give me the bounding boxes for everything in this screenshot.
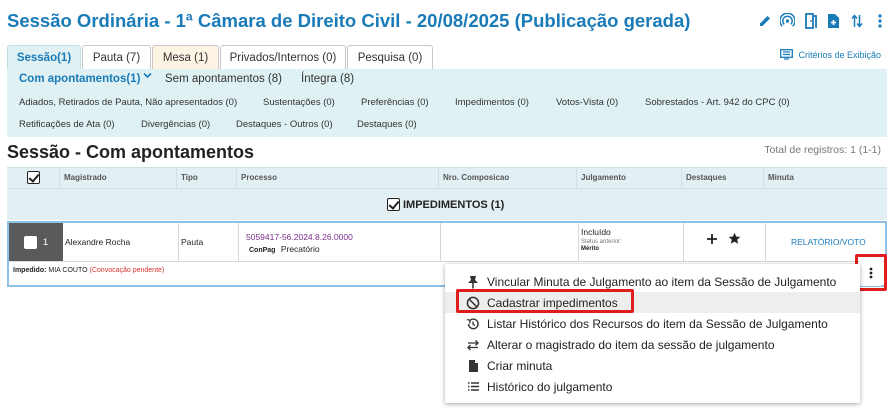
menu-item-label: Alterar o magistrado do item da sessão d… (487, 337, 775, 352)
total-records: Total de registros: 1 (1-1) (764, 144, 881, 156)
group-impedimentos: IMPEDIMENTOS (1) (387, 198, 504, 211)
chip-sobrestados[interactable]: Sobrestados - Art. 942 do CPC (0) (645, 97, 790, 108)
julgamento-status: Incluído (581, 227, 611, 237)
menu-item-label: Histórico do julgamento (487, 379, 613, 394)
tab-sessao[interactable]: Sessão(1) (7, 45, 81, 70)
row-actions-menu: Vincular Minuta de Julgamento ao item da… (445, 264, 860, 403)
session-tabs: Sessão(1) Pauta (7) Mesa (1) Privados/In… (7, 45, 887, 70)
history-icon (465, 316, 481, 332)
plus-icon[interactable] (706, 232, 718, 249)
subtab-com-apontamentos[interactable]: Com apontamentos(1) (19, 73, 140, 85)
criteria-label: Critérios de Exibição (798, 49, 881, 60)
subtab-integra[interactable]: Íntegra (8) (301, 73, 354, 85)
chip-retificacoes[interactable]: Retificações de Ata (0) (19, 119, 115, 130)
more-vertical-icon[interactable] (872, 11, 887, 31)
group-checkbox[interactable] (387, 198, 400, 211)
chip-impedimentos[interactable]: Impedimentos (0) (455, 97, 529, 108)
document-icon (465, 358, 481, 374)
row-number: 1 (42, 236, 49, 248)
chip-votos-vista[interactable]: Votos-Vista (0) (556, 97, 618, 108)
menu-cadastrar-impedimentos[interactable]: Cadastrar impedimentos (445, 292, 860, 313)
swap-icon (465, 337, 481, 353)
chip-preferencias[interactable]: Preferências (0) (361, 97, 429, 108)
door-exit-icon[interactable] (803, 11, 818, 31)
group-label: IMPEDIMENTOS (1) (403, 198, 505, 211)
row-checkbox[interactable] (23, 235, 37, 249)
cell-divider (238, 223, 239, 261)
menu-criar-minuta[interactable]: Criar minuta (445, 355, 860, 376)
menu-vincular-minuta[interactable]: Vincular Minuta de Julgamento ao item da… (445, 271, 860, 292)
destaques-cell (706, 232, 741, 249)
chip-adiados[interactable]: Adiados, Retirados de Pauta, Não apresen… (19, 97, 237, 108)
processo-link[interactable]: 5059417-56.2024.8.26.0000 (246, 232, 353, 242)
subtab-sem-apontamentos[interactable]: Sem apontamentos (8) (165, 73, 282, 85)
row-select-cell: 1 (9, 223, 63, 261)
menu-alterar-magistrado[interactable]: Alterar o magistrado do item da sessão d… (445, 334, 860, 355)
row-actions-button[interactable] (860, 259, 882, 286)
select-all-checkbox[interactable] (26, 171, 40, 185)
section-title: Sessão - Com apontamentos (7, 142, 255, 162)
col-destaques[interactable]: Destaques (681, 168, 763, 188)
chip-divergencias[interactable]: Divergências (0) (141, 119, 210, 130)
chevron-down-icon[interactable] (143, 70, 152, 82)
status-anterior-label: Status anterior: (581, 239, 622, 245)
cell-divider (765, 223, 766, 261)
julgamento-cell: Incluído Status anterior: Mérito (581, 227, 622, 252)
row-divider (9, 261, 885, 262)
more-vertical-icon (869, 267, 873, 278)
minuta-cell: RELATÓRIO/VOTO (791, 237, 866, 247)
cell-divider (440, 223, 441, 261)
tab-privados-internos[interactable]: Privados/Internos (0) (220, 45, 346, 70)
cell-divider (178, 223, 179, 261)
select-all-cell (7, 168, 59, 188)
tab-pauta[interactable]: Pauta (7) (82, 45, 151, 70)
menu-item-label: Criar minuta (487, 358, 553, 373)
sort-icon[interactable] (849, 11, 864, 31)
relatorio-voto-link[interactable]: RELATÓRIO/VOTO (791, 237, 866, 247)
classe-label: Precatório (280, 244, 320, 254)
group-row: IMPEDIMENTOS (1) (7, 189, 887, 220)
title-bar: Sessão Ordinária - 1ª Câmara de Direito … (7, 8, 887, 36)
chip-sustentacoes[interactable]: Sustentações (0) (263, 97, 335, 108)
page-title: Sessão Ordinária - 1ª Câmara de Direito … (7, 10, 691, 31)
display-settings-icon (780, 49, 794, 60)
tab-pesquisa[interactable]: Pesquisa (0) (347, 45, 433, 70)
processo-cell: 5059417-56.2024.8.26.0000 ConPag Precató… (246, 232, 353, 254)
pencil-icon[interactable] (757, 11, 772, 31)
criteria-link[interactable]: Critérios de Exibição (780, 49, 881, 60)
impedido-status: (Convocação pendente) (89, 267, 165, 274)
star-icon[interactable] (728, 232, 741, 249)
col-minuta[interactable]: Minuta (763, 168, 887, 188)
tab-mesa[interactable]: Mesa (1) (152, 45, 219, 70)
conpag-badge: ConPag (249, 247, 276, 254)
menu-item-label: Vincular Minuta de Julgamento ao item da… (487, 274, 837, 289)
col-nro-composicao[interactable]: Nro. Composicao (438, 168, 576, 188)
col-julgamento[interactable]: Julgamento (576, 168, 681, 188)
impedido-name: MIA COUTO (48, 267, 88, 274)
pin-icon (465, 274, 481, 290)
menu-item-label: Listar Histórico dos Recursos do item da… (487, 316, 828, 331)
block-icon (465, 295, 481, 311)
grid-header: Magistrado Tipo Processo Nro. Composicao… (7, 167, 887, 189)
header-toolbar (757, 11, 887, 31)
magistrado-cell: Alexandre Rocha (65, 237, 131, 247)
broadcast-icon[interactable] (780, 11, 795, 31)
col-tipo[interactable]: Tipo (176, 168, 236, 188)
status-anterior-value: Mérito (581, 246, 599, 252)
cell-divider (578, 223, 579, 261)
file-add-icon[interactable] (826, 11, 841, 31)
cell-divider (683, 223, 684, 261)
impedido-label: Impedido: (13, 267, 47, 274)
impedido-info: Impedido: MIA COUTO (Convocação pendente… (13, 267, 164, 274)
col-processo[interactable]: Processo (236, 168, 438, 188)
menu-item-label: Cadastrar impedimentos (487, 295, 618, 310)
chip-destaques-outros[interactable]: Destaques - Outros (0) (236, 119, 333, 130)
list-icon (465, 379, 481, 395)
menu-listar-historico-recursos[interactable]: Listar Histórico dos Recursos do item da… (445, 313, 860, 334)
filter-panel: Com apontamentos(1) Sem apontamentos (8)… (7, 69, 887, 137)
chip-destaques[interactable]: Destaques (0) (357, 119, 417, 130)
menu-historico-julgamento[interactable]: Histórico do julgamento (445, 376, 860, 397)
tipo-cell: Pauta (181, 237, 204, 247)
col-magistrado[interactable]: Magistrado (59, 168, 176, 188)
